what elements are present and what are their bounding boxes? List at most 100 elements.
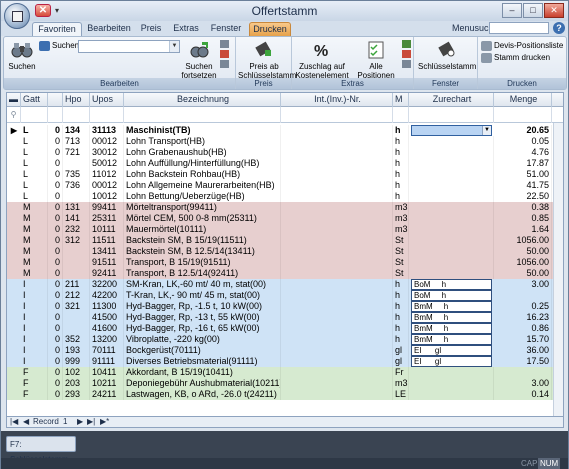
cell-unit[interactable]: m3 xyxy=(393,378,409,389)
cell-zurechart[interactable] xyxy=(409,191,494,202)
application-menu-button[interactable] xyxy=(4,3,30,29)
cell-upos[interactable]: 11012 xyxy=(90,169,124,180)
cell-bezeichnung[interactable]: Backstein SM, B 15/19(11511) xyxy=(124,235,281,246)
cell-int-nr[interactable] xyxy=(281,257,393,268)
cell-zero[interactable]: 0 xyxy=(48,147,63,158)
cell-unit[interactable]: h xyxy=(393,279,409,290)
cell-hpo[interactable]: 352 xyxy=(63,334,90,345)
maximize-button[interactable]: □ xyxy=(523,3,543,18)
cell-unit[interactable]: h xyxy=(393,323,409,334)
help-icon[interactable]: ? xyxy=(553,22,565,34)
cell-hpo[interactable]: 232 xyxy=(63,224,90,235)
vertical-scrollbar[interactable] xyxy=(553,123,563,416)
filter-cell[interactable] xyxy=(494,107,552,123)
cell-bezeichnung[interactable]: Mauermörtel(10111) xyxy=(124,224,281,235)
cell-menge[interactable]: 15.70 xyxy=(494,334,552,345)
cell-unit[interactable]: LE xyxy=(393,389,409,400)
cell-bezeichnung[interactable]: Lohn Transport(HB) xyxy=(124,136,281,147)
cell-zero[interactable]: 0 xyxy=(48,246,63,257)
cell-zurechart[interactable]: EI gl xyxy=(411,345,492,356)
cell-upos[interactable]: 10211 xyxy=(90,378,124,389)
cell-gatt[interactable]: I xyxy=(21,356,48,367)
cell-gatt[interactable]: I xyxy=(21,334,48,345)
cell-int-nr[interactable] xyxy=(281,334,393,345)
cell-unit[interactable]: h xyxy=(393,312,409,323)
cell-zero[interactable]: 0 xyxy=(48,268,63,279)
cell-unit[interactable]: St xyxy=(393,257,409,268)
cell-unit[interactable]: h xyxy=(393,169,409,180)
cell-gatt[interactable]: L xyxy=(21,136,48,147)
cell-zero[interactable]: 0 xyxy=(48,202,63,213)
table-row[interactable]: I 0 211 32200 SM-Kran, LK,-60 mt/ 40 m, stat… xyxy=(7,279,563,290)
cell-gatt[interactable]: F xyxy=(21,367,48,378)
cell-zero[interactable]: 0 xyxy=(48,257,63,268)
cell-menge[interactable]: 41.75 xyxy=(494,180,552,191)
cell-upos[interactable]: 25311 xyxy=(90,213,124,224)
prev-record-icon[interactable]: ◀ xyxy=(23,417,29,427)
cell-menge[interactable] xyxy=(494,290,552,301)
cell-zero[interactable]: 0 xyxy=(48,290,63,301)
cell-gatt[interactable]: M xyxy=(21,235,48,246)
cell-menge[interactable]: 4.76 xyxy=(494,147,552,158)
filter-cell[interactable] xyxy=(63,107,90,123)
cell-int-nr[interactable] xyxy=(281,191,393,202)
cell-gatt[interactable]: I xyxy=(21,279,48,290)
cell-unit[interactable]: m3 xyxy=(393,224,409,235)
header-zurechart[interactable]: Zurechart xyxy=(409,93,494,107)
cell-menge[interactable]: 50.00 xyxy=(494,268,552,279)
cell-zurechart[interactable]: BmM h xyxy=(411,312,492,323)
cell-menge[interactable]: 3.00 xyxy=(494,279,552,290)
table-row[interactable]: I 0 193 70111 Bockgerüst(70111) gl EI gl 36.00 xyxy=(7,345,563,356)
cell-gatt[interactable]: L xyxy=(21,180,48,191)
cell-bezeichnung[interactable]: T-Kran, LK,- 90 mt/ 45 m, stat(00) xyxy=(124,290,281,301)
cell-bezeichnung[interactable]: Diverses Betriebsmaterial(91111) xyxy=(124,356,281,367)
cell-hpo[interactable]: 312 xyxy=(63,235,90,246)
cell-zurechart[interactable]: BmM h xyxy=(411,334,492,345)
cell-zurechart[interactable]: BoM h xyxy=(411,279,492,290)
cell-int-nr[interactable] xyxy=(281,356,393,367)
cell-gatt[interactable]: M xyxy=(21,213,48,224)
cell-hpo[interactable]: 713 xyxy=(63,136,90,147)
chevron-down-icon[interactable]: ▼ xyxy=(169,41,179,52)
cell-menge[interactable] xyxy=(494,367,552,378)
cell-menge[interactable]: 0.38 xyxy=(494,202,552,213)
table-row[interactable]: L 0 736 00012 Lohn Allgemeine Maurerarbeiten… xyxy=(7,180,563,191)
filter-cell[interactable] xyxy=(48,107,63,123)
cell-zurechart[interactable] xyxy=(409,246,494,257)
cell-bezeichnung[interactable]: Hyd-Bagger, Rp, -13 t, 55 kW(00) xyxy=(124,312,281,323)
new-record-icon[interactable]: ▶* xyxy=(100,417,109,427)
cell-upos[interactable]: 13411 xyxy=(90,246,124,257)
cell-zero[interactable]: 0 xyxy=(48,334,63,345)
cell-bezeichnung[interactable]: Lohn Auffüllung/Hinterfüllung(HB) xyxy=(124,158,281,169)
cell-zurechart[interactable]: BoM h xyxy=(411,290,492,301)
cell-int-nr[interactable] xyxy=(281,169,393,180)
tab-bearbeiten[interactable]: Bearbeiten xyxy=(85,22,133,36)
cell-menge[interactable]: 1056.00 xyxy=(494,257,552,268)
cell-upos[interactable]: 24211 xyxy=(90,389,124,400)
cell-menge[interactable]: 17.50 xyxy=(494,356,552,367)
cell-zero[interactable]: 0 xyxy=(48,169,63,180)
zuschlag-button[interactable]: % Zuschlag auf Kostenelement xyxy=(294,40,350,80)
cell-hpo[interactable]: 212 xyxy=(63,290,90,301)
table-row[interactable]: F 0 102 10411 Akkordant, B 15/19(10411) Fr xyxy=(7,367,563,378)
header-hpo[interactable]: Hpo xyxy=(63,93,90,107)
cell-zero[interactable]: 0 xyxy=(48,356,63,367)
cell-zero[interactable]: 0 xyxy=(48,180,63,191)
close-button[interactable]: ✕ xyxy=(544,3,564,18)
cell-upos[interactable]: 31113 xyxy=(90,125,124,136)
cell-unit[interactable]: Fr xyxy=(393,367,409,378)
header-bezeichnung[interactable]: Bezeichnung xyxy=(124,93,281,107)
cell-int-nr[interactable] xyxy=(281,378,393,389)
cell-bezeichnung[interactable]: Lohn Allgemeine Maurerarbeiten(HB) xyxy=(124,180,281,191)
cell-menge[interactable]: 1056.00 xyxy=(494,235,552,246)
cell-upos[interactable]: 11511 xyxy=(90,235,124,246)
cell-unit[interactable]: m3 xyxy=(393,213,409,224)
record-number[interactable]: 1 xyxy=(63,417,67,427)
filter-cell[interactable] xyxy=(409,107,494,123)
table-row[interactable]: L 0 10012 Lohn Bettung/Ueberzüge(HB) h 22.50 xyxy=(7,191,563,202)
cell-zero[interactable]: 0 xyxy=(48,378,63,389)
cell-unit[interactable]: gl xyxy=(393,356,409,367)
cell-zero[interactable]: 0 xyxy=(48,279,63,290)
tab-fenster[interactable]: Fenster xyxy=(206,22,246,36)
cell-menge[interactable]: 0.25 xyxy=(494,301,552,312)
